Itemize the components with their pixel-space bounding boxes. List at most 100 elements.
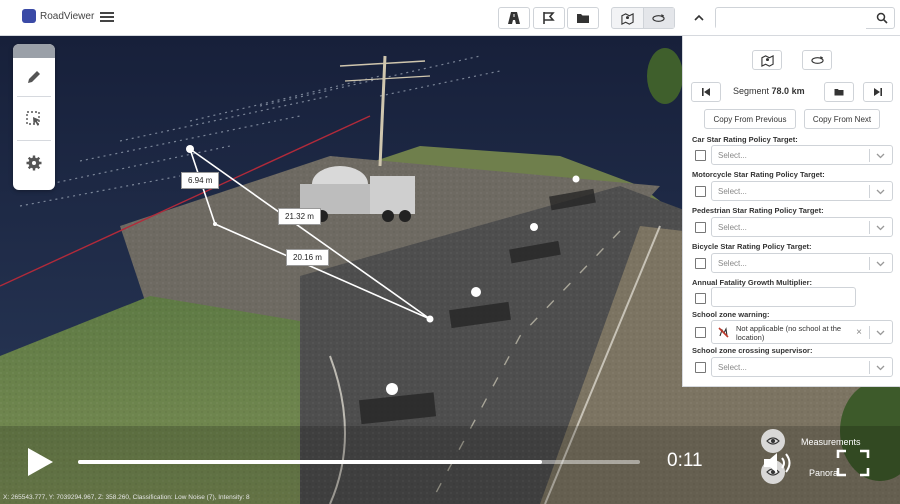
last-segment-button[interactable]	[863, 82, 893, 102]
divider	[17, 140, 51, 141]
pedestrian-policy-checkbox[interactable]	[695, 222, 706, 233]
view-mode-toggle	[611, 7, 675, 29]
skip-forward-icon	[874, 88, 882, 96]
divider	[869, 361, 870, 374]
chevron-down-icon	[876, 189, 885, 195]
rotate-360-button[interactable]	[802, 50, 832, 70]
school-zone-warning-select[interactable]: Not applicable (no school at the locatio…	[711, 320, 893, 344]
select-cursor-icon	[26, 111, 40, 126]
divider	[869, 185, 870, 198]
copy-from-next-button[interactable]: Copy From Next	[804, 109, 880, 129]
road-icon	[508, 12, 520, 24]
select-placeholder: Select...	[718, 151, 747, 160]
search-icon[interactable]	[876, 12, 888, 24]
measurement-label: 21.32 m	[278, 208, 321, 225]
divider	[869, 221, 870, 234]
segment-label: Segment 78.0 km	[733, 86, 805, 96]
copy-from-previous-button[interactable]: Copy From Previous	[704, 109, 796, 129]
skip-back-icon	[702, 88, 710, 96]
map-pin-icon	[621, 12, 634, 25]
motorcycle-policy-checkbox[interactable]	[695, 186, 706, 197]
folder-icon	[834, 89, 844, 96]
motorcycle-policy-select[interactable]: Select...	[711, 181, 893, 201]
car-policy-select[interactable]: Select...	[711, 145, 893, 165]
pedestrian-policy-label: Pedestrian Star Rating Policy Target:	[692, 206, 824, 215]
chevron-down-icon	[876, 365, 885, 371]
car-policy-checkbox[interactable]	[695, 150, 706, 161]
select-area-tool-button[interactable]	[21, 106, 47, 132]
app-name: RoadViewer	[40, 10, 95, 22]
map-pin-icon	[760, 54, 774, 67]
chevron-down-icon	[876, 153, 885, 159]
school-zone-warning-label: School zone warning:	[692, 310, 770, 319]
volume-icon[interactable]	[762, 450, 798, 476]
first-segment-button[interactable]	[691, 82, 721, 102]
select-placeholder: Select...	[718, 187, 747, 196]
measurements-layer-label: Measurements	[801, 437, 861, 447]
school-crossing-supervisor-label: School zone crossing supervisor:	[692, 346, 813, 355]
segment-navigator: Segment 78.0 km	[691, 82, 895, 102]
divider	[869, 257, 870, 270]
no-school-icon	[718, 327, 729, 338]
road-attributes-panel: Segment 78.0 km Copy From Previous Copy …	[682, 36, 900, 387]
bicycle-policy-checkbox[interactable]	[695, 258, 706, 269]
pencil-icon	[28, 71, 40, 83]
search-box	[715, 7, 895, 29]
road-view-button[interactable]	[498, 7, 530, 29]
chevron-down-icon	[876, 330, 885, 336]
divider	[869, 326, 870, 339]
car-policy-label: Car Star Rating Policy Target:	[692, 135, 798, 144]
clear-icon[interactable]: ×	[856, 327, 862, 338]
flag-icon	[543, 12, 555, 24]
divider	[869, 149, 870, 162]
cube-logo-icon	[22, 9, 36, 23]
chevron-down-icon	[876, 225, 885, 231]
tool-panel-handle[interactable]	[13, 44, 55, 58]
select-placeholder: Select...	[718, 363, 747, 372]
settings-button[interactable]	[21, 150, 47, 176]
select-placeholder: Select...	[718, 223, 747, 232]
divider	[17, 96, 51, 97]
app-logo[interactable]: RoadViewer	[22, 9, 94, 23]
map-view-button[interactable]	[612, 8, 643, 28]
growth-multiplier-input[interactable]	[711, 287, 856, 307]
gear-icon	[26, 155, 42, 171]
rotate-360-icon	[810, 55, 824, 64]
school-zone-warning-value: Not applicable (no school at the locatio…	[736, 324, 842, 342]
measurement-label: 6.94 m	[181, 172, 220, 189]
motorcycle-policy-label: Motorcycle Star Rating Policy Target:	[692, 170, 825, 179]
menu-icon[interactable]	[100, 10, 114, 24]
eye-icon	[766, 437, 780, 445]
bicycle-policy-select[interactable]: Select...	[711, 253, 893, 273]
panorama-layer-label: Panora	[809, 468, 839, 478]
chevron-up-icon[interactable]	[693, 12, 705, 24]
play-icon[interactable]	[25, 446, 55, 478]
map-pin-button[interactable]	[752, 50, 782, 70]
folder-button[interactable]	[567, 7, 599, 29]
school-crossing-supervisor-select[interactable]: Select...	[711, 357, 893, 377]
school-zone-warning-checkbox[interactable]	[695, 327, 706, 338]
folder-icon	[577, 14, 589, 23]
video-time: 0:11	[667, 450, 703, 471]
360-view-button[interactable]	[642, 8, 674, 28]
edit-tool-button[interactable]	[21, 64, 47, 90]
segment-prefix: Segment	[733, 86, 770, 96]
fullscreen-icon[interactable]	[836, 449, 870, 477]
coordinate-status-bar: X: 265543.777, Y: 7039294.967, Z: 358.26…	[3, 494, 250, 501]
measurement-label: 20.16 m	[286, 249, 329, 266]
school-crossing-supervisor-checkbox[interactable]	[695, 362, 706, 373]
chevron-down-icon	[876, 261, 885, 267]
flag-button[interactable]	[533, 7, 565, 29]
growth-multiplier-label: Annual Fatality Growth Multiplier:	[692, 278, 812, 287]
rotate-360-icon	[652, 13, 665, 22]
tool-panel	[13, 44, 55, 190]
bicycle-policy-label: Bicycle Star Rating Policy Target:	[692, 242, 812, 251]
search-input[interactable]	[716, 8, 866, 29]
pedestrian-policy-select[interactable]: Select...	[711, 217, 893, 237]
segment-folder-button[interactable]	[824, 82, 854, 102]
growth-multiplier-checkbox[interactable]	[695, 293, 706, 304]
segment-value: 78.0 km	[771, 86, 805, 96]
video-progress-fill	[78, 460, 542, 464]
video-progress-bar[interactable]	[78, 460, 640, 464]
top-app-bar: RoadViewer	[0, 0, 900, 36]
